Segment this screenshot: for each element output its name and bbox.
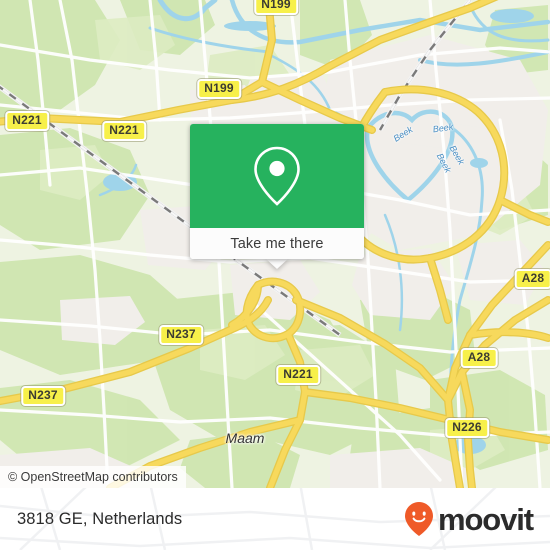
road-shield-n226: N226	[445, 418, 489, 438]
moovit-wordmark: moovit	[437, 501, 534, 537]
map-canvas[interactable]: N199 N199 N221 N221 N237 N237 N221 A28 A28 N226 M…	[0, 0, 550, 488]
moovit-smiley-pin-icon	[404, 502, 433, 536]
map-attribution[interactable]: © OpenStreetMap contributors	[0, 466, 186, 488]
popup-card-body	[190, 124, 364, 228]
take-me-there-label: Take me there	[230, 235, 324, 252]
moovit-logo[interactable]: moovit	[404, 501, 534, 537]
road-shield-n199: N199	[254, 0, 298, 15]
moovit-location-card: N199 N199 N221 N221 N237 N237 N221 A28 A28 N226 M…	[0, 0, 550, 550]
road-shield-n237: N237	[21, 386, 65, 406]
popup-card-tail	[265, 258, 289, 269]
map-pin-icon	[254, 146, 300, 206]
footer-bar: 3818 GE, Netherlands moovit	[0, 488, 550, 550]
road-shield-n221: N221	[102, 121, 146, 141]
place-label-maam: Maam	[225, 430, 265, 446]
attribution-text: © OpenStreetMap contributors	[8, 470, 178, 484]
address-label: 3818 GE, Netherlands	[17, 509, 183, 528]
popup-card[interactable]: Take me there	[190, 124, 364, 259]
road-shield-n221: N221	[5, 111, 49, 131]
road-shield-a28: A28	[460, 348, 498, 368]
take-me-there-button[interactable]: Take me there	[190, 228, 364, 259]
road-shield-n199: N199	[197, 79, 241, 99]
road-shield-a28: A28	[514, 269, 550, 289]
road-shield-n237: N237	[159, 325, 203, 345]
road-shield-n221: N221	[276, 365, 320, 385]
